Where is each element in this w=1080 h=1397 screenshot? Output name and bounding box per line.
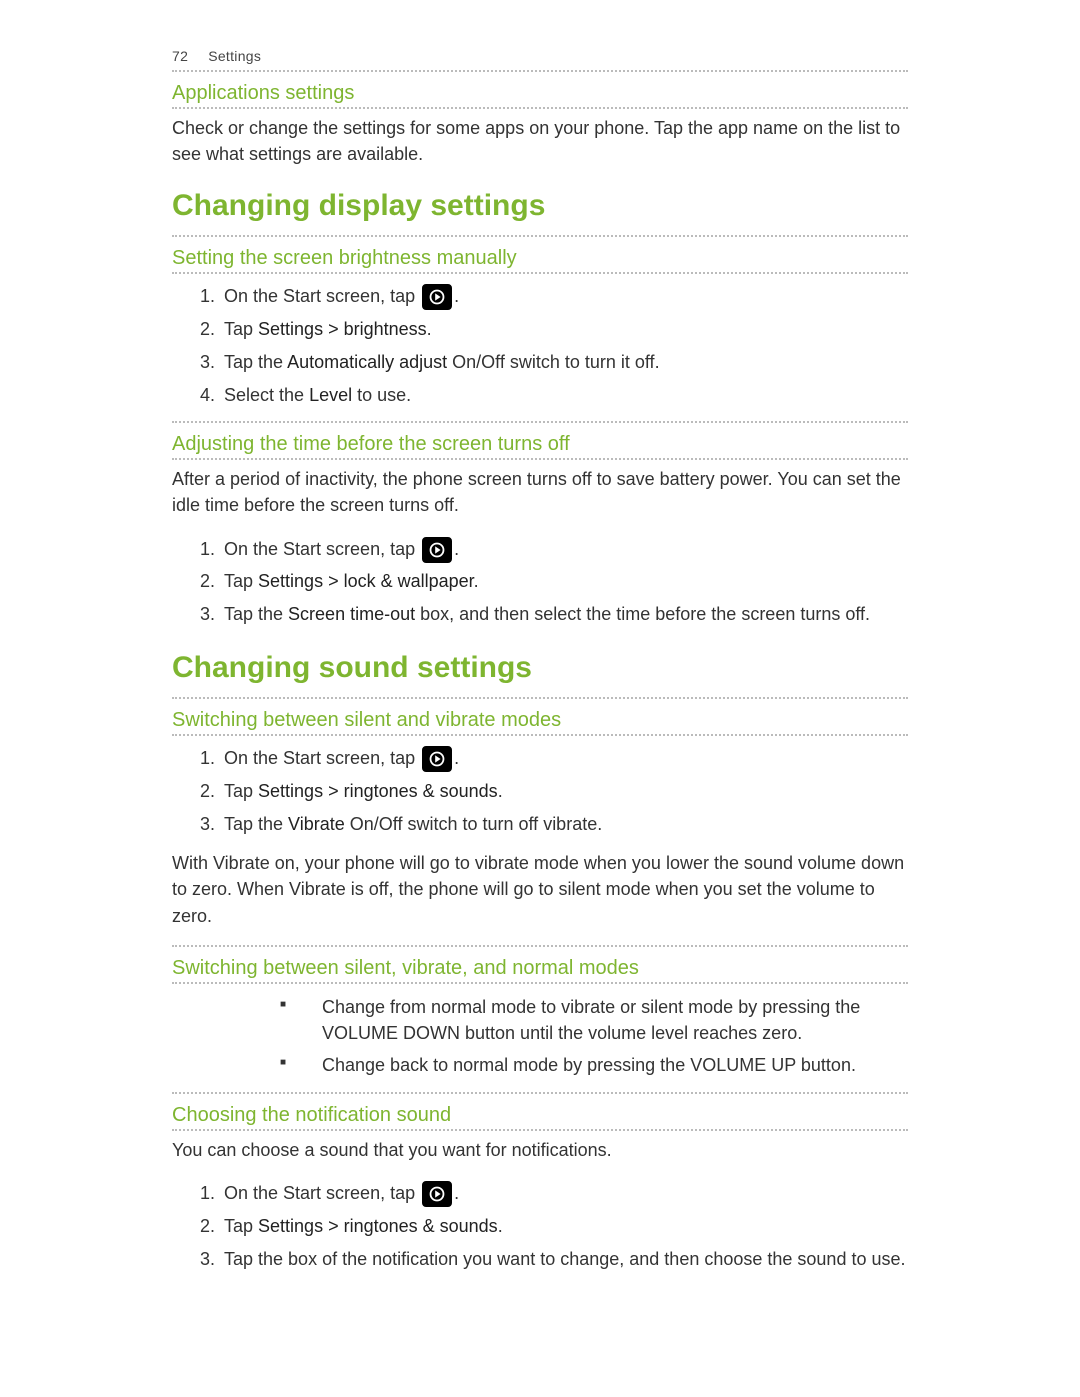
step-item: Select the Level to use. [220,381,908,410]
sub-heading-brightness: Setting the screen brightness manually [172,247,908,270]
emphasized-term: Settings > ringtones & sounds [258,781,498,801]
step-item: Tap the box of the notification you want… [220,1245,908,1274]
steps-brightness: On the Start screen, tap . Tap Settings >… [172,282,908,409]
step-item: On the Start screen, tap . [220,282,908,311]
body-vibrate-note: With Vibrate on, your phone will go to v… [172,850,908,928]
header-section: Settings [208,48,261,64]
divider [172,70,908,72]
steps-silent-vibrate: On the Start screen, tap . Tap Settings >… [172,744,908,838]
divider [172,235,908,237]
heading-display: Changing display settings [172,189,908,223]
page-number: 72 [172,48,204,64]
emphasized-term: Settings > brightness [258,319,427,339]
body-applications: Check or change the settings for some ap… [172,115,908,167]
divider [172,107,908,109]
divider [172,734,908,736]
divider [172,272,908,274]
step-item: Tap the Screen time-out box, and then se… [220,600,908,629]
sub-heading-silent-vibrate: Switching between silent and vibrate mod… [172,709,908,732]
divider [172,697,908,699]
emphasized-term: Screen time-out [288,604,415,624]
arrow-right-icon [422,284,452,310]
body-timeout-intro: After a period of inactivity, the phone … [172,466,908,518]
divider [172,458,908,460]
emphasized-term: Automatically adjust [287,352,447,372]
divider [172,945,908,947]
emphasized-term: Vibrate [288,814,345,834]
divider [172,1129,908,1131]
steps-notification: On the Start screen, tap . Tap Settings >… [172,1179,908,1273]
step-item: On the Start screen, tap . [220,1179,908,1208]
sub-heading-notification: Choosing the notification sound [172,1104,908,1127]
step-item: Tap Settings > brightness. [220,315,908,344]
sub-heading-timeout: Adjusting the time before the screen tur… [172,433,908,456]
step-item: On the Start screen, tap . [220,535,908,564]
step-item: Tap the Vibrate On/Off switch to turn of… [220,810,908,839]
emphasized-term: Settings > ringtones & sounds [258,1216,498,1236]
running-header: 72 Settings [172,48,908,64]
arrow-right-icon [422,746,452,772]
divider [172,421,908,423]
arrow-right-icon [422,1181,452,1207]
divider [172,1092,908,1094]
step-item: Tap the Automatically adjust On/Off swit… [220,348,908,377]
step-item: On the Start screen, tap . [220,744,908,773]
step-item: Tap Settings > ringtones & sounds. [220,777,908,806]
sub-heading-applications: Applications settings [172,82,908,105]
step-item: Tap Settings > lock & wallpaper. [220,567,908,596]
emphasized-term: Settings > lock & wallpaper [258,571,474,591]
sub-heading-modes: Switching between silent, vibrate, and n… [172,957,908,980]
step-item: Tap Settings > ringtones & sounds. [220,1212,908,1241]
bullet-item: Change back to normal mode by pressing t… [172,1052,908,1078]
emphasized-term: Level [309,385,352,405]
body-notification-intro: You can choose a sound that you want for… [172,1137,908,1163]
bullet-item: Change from normal mode to vibrate or si… [172,994,908,1046]
heading-sound: Changing sound settings [172,651,908,685]
bullets-modes: Change from normal mode to vibrate or si… [172,994,908,1078]
steps-timeout: On the Start screen, tap . Tap Settings >… [172,535,908,629]
divider [172,982,908,984]
arrow-right-icon [422,537,452,563]
document-page: 72 Settings Applications settings Check … [0,0,1080,1365]
